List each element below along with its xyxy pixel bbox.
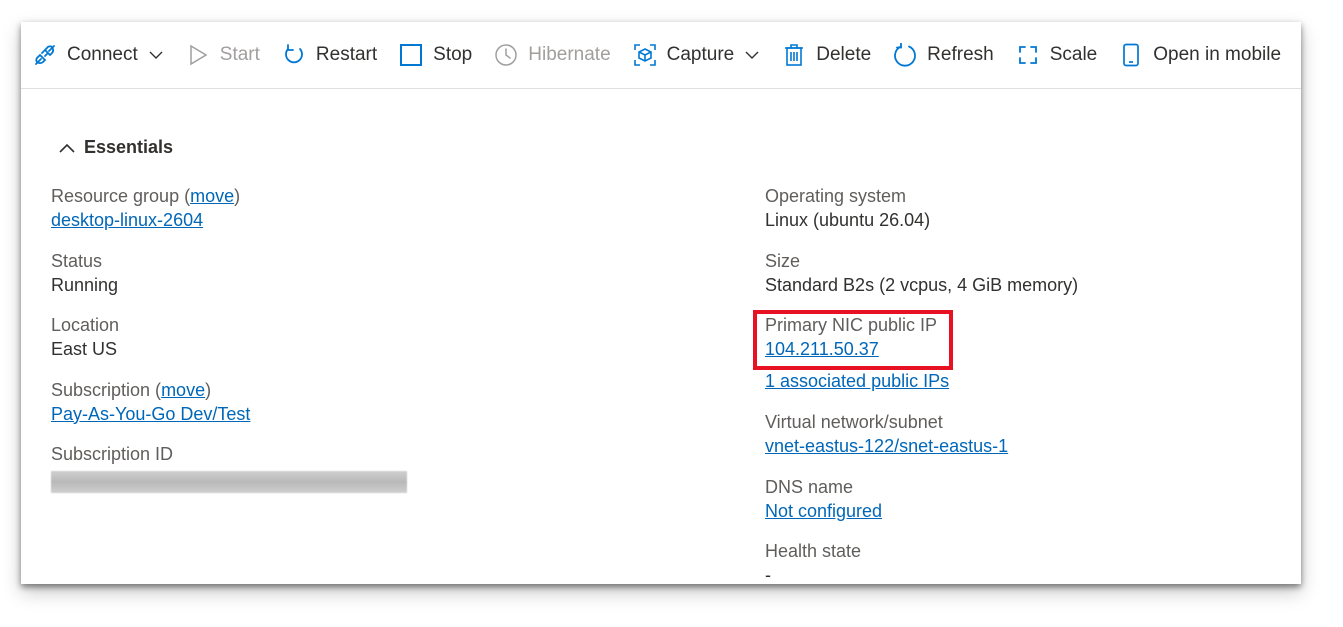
trash-icon (782, 43, 806, 67)
public-ip-link[interactable]: 104.211.50.37 (765, 339, 879, 359)
hibernate-button[interactable]: Hibernate (494, 35, 611, 75)
health-label: Health state (765, 541, 862, 561)
clock-icon (494, 43, 518, 67)
vnet-link[interactable]: vnet-eastus-122/snet-eastus-1 (765, 436, 1008, 456)
essentials-header: Essentials (84, 137, 174, 157)
refresh-icon (893, 43, 917, 67)
status-value: Running (51, 274, 119, 295)
play-icon (186, 43, 210, 67)
associated-public-ips-link[interactable]: 1 associated public IPs (765, 371, 949, 391)
subscription-label: Subscription (move) (51, 379, 212, 400)
open-in-mobile-button[interactable]: Open in mobile (1119, 35, 1281, 75)
vm-overview-panel: Connect Start Restart Stop Hibernate Cap… (21, 22, 1301, 584)
stop-button[interactable]: Stop (399, 35, 472, 75)
refresh-button[interactable]: Refresh (893, 35, 994, 75)
essentials-right-column: Operating system Linux (ubuntu 26.04) Si… (765, 185, 1285, 584)
health-value: - (765, 565, 771, 584)
os-label: Operating system (765, 186, 907, 206)
dns-link[interactable]: Not configured (765, 501, 882, 521)
chevron-down-icon (148, 47, 164, 63)
status-property: Status Running (51, 250, 611, 315)
delete-button[interactable]: Delete (782, 35, 871, 75)
scale-icon (1016, 43, 1040, 67)
chevron-up-icon (59, 143, 75, 153)
subscription-property: Subscription (move) Pay-As-You-Go Dev/Te… (51, 379, 611, 444)
location-property: Location East US (51, 314, 611, 379)
status-label: Status (51, 250, 103, 271)
subscription-link[interactable]: Pay-As-You-Go Dev/Test (51, 404, 250, 424)
resource-group-label: Resource group (move) (51, 186, 241, 206)
public-ip-property: Primary NIC public IP 104.211.50.37 1 as… (765, 314, 1285, 411)
hibernate-label: Hibernate (528, 44, 611, 65)
vnet-label: Virtual network/subnet (765, 412, 943, 432)
essentials-left-column: Resource group (move) desktop-linux-2604… (51, 185, 611, 508)
subscription-id-label: Subscription ID (51, 444, 174, 464)
start-button[interactable]: Start (186, 35, 260, 75)
size-property: Size Standard B2s (2 vcpus, 4 GiB memory… (765, 250, 1285, 315)
chevron-down-icon (744, 47, 760, 63)
location-value: East US (51, 339, 118, 359)
capture-label: Capture (666, 44, 735, 65)
redacted-subscription-id (51, 471, 407, 493)
dns-label: DNS name (765, 476, 854, 497)
os-value: Linux (ubuntu 26.04) (765, 210, 931, 230)
connect-label: Connect (67, 44, 138, 65)
restart-button[interactable]: Restart (282, 35, 377, 75)
restart-label: Restart (315, 44, 378, 65)
move-resource-group-link[interactable]: move (190, 186, 234, 206)
scale-button[interactable]: Scale (1016, 35, 1098, 75)
open-in-mobile-label: Open in mobile (1153, 44, 1282, 65)
location-label: Location (51, 315, 120, 335)
size-label: Size (765, 250, 801, 271)
start-label: Start (219, 44, 260, 65)
stop-icon (399, 43, 423, 67)
size-value: Standard B2s (2 vcpus, 4 GiB memory) (765, 274, 1079, 295)
resource-group-property: Resource group (move) desktop-linux-2604 (51, 185, 611, 250)
stop-label: Stop (433, 44, 473, 65)
subscription-id-property: Subscription ID (51, 443, 611, 508)
vnet-property: Virtual network/subnet vnet-eastus-122/s… (765, 411, 1285, 476)
capture-icon (633, 43, 657, 67)
refresh-label: Refresh (927, 44, 994, 65)
health-property: Health state - (765, 540, 1285, 584)
restart-icon (282, 43, 306, 67)
scale-label: Scale (1049, 44, 1098, 65)
command-bar: Connect Start Restart Stop Hibernate Cap… (21, 22, 1301, 89)
dns-property: DNS name Not configured (765, 476, 1285, 541)
os-property: Operating system Linux (ubuntu 26.04) (765, 185, 1285, 250)
capture-button[interactable]: Capture (633, 35, 761, 75)
move-subscription-link[interactable]: move (161, 380, 205, 400)
mobile-icon (1119, 43, 1143, 67)
essentials-toggle[interactable]: Essentials (58, 137, 173, 158)
delete-label: Delete (816, 44, 872, 65)
public-ip-label: Primary NIC public IP (765, 315, 938, 335)
plug-icon (33, 43, 57, 67)
resource-group-link[interactable]: desktop-linux-2604 (51, 210, 203, 230)
connect-button[interactable]: Connect (33, 35, 164, 75)
